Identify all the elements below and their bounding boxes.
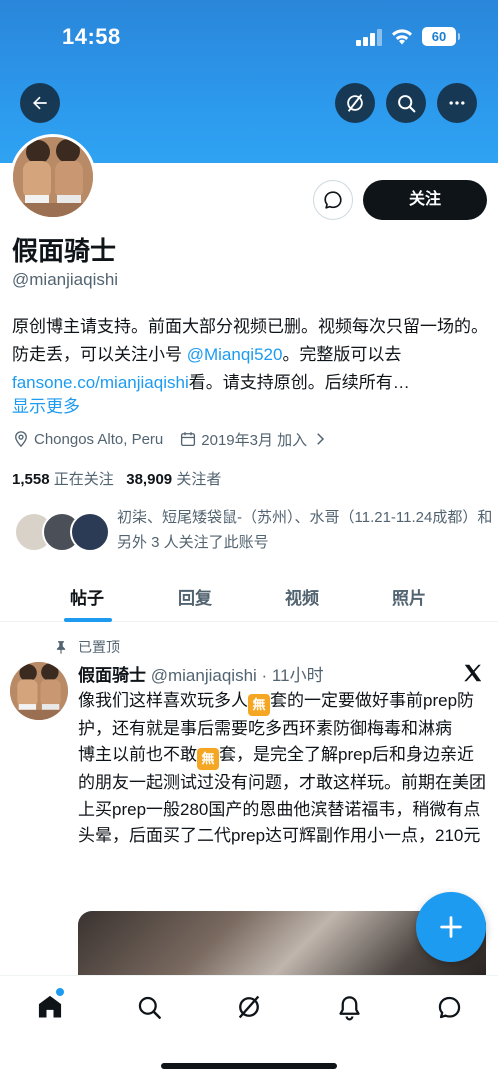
followers-count: 38,909	[126, 471, 173, 488]
wifi-icon	[392, 29, 412, 45]
chevron-right-icon[interactable]	[311, 430, 329, 448]
search-button[interactable]	[386, 83, 426, 123]
post-text: 像我们这样喜欢玩多人無套的一定要做好事前prep防护，还有就是事后需要吃多西环素…	[78, 688, 490, 849]
grok-icon	[347, 94, 363, 112]
message-button[interactable]	[313, 180, 353, 220]
messages-icon	[438, 996, 460, 1018]
calendar-icon	[181, 432, 196, 447]
active-tab-indicator	[64, 618, 112, 622]
post-author-name[interactable]: 假面骑士	[78, 666, 146, 685]
tab-photos[interactable]: 照片	[392, 584, 426, 609]
status-time: 14:58	[62, 24, 121, 49]
grok-icon	[238, 995, 260, 1019]
home-notification-dot	[56, 988, 64, 996]
battery-indicator: 60	[422, 27, 460, 46]
compose-post-button[interactable]	[416, 892, 486, 962]
bio-text-2: 。完整版可以去	[282, 345, 402, 364]
show-more-link[interactable]: 显示更多	[12, 392, 80, 417]
bio-mention-link[interactable]: @Mianqi520	[187, 345, 283, 364]
tab-posts[interactable]: 帖子	[70, 584, 104, 609]
pinned-indicator: 已置顶	[54, 637, 120, 657]
home-indicator[interactable]	[161, 1063, 337, 1069]
post-author-avatar[interactable]	[10, 662, 68, 720]
pin-icon	[56, 641, 66, 654]
display-name: 假面骑士	[12, 236, 117, 266]
follow-button[interactable]: 关注	[363, 180, 487, 220]
nav-notifications[interactable]	[334, 992, 364, 1022]
profile-handle: @mianjiaqishi	[12, 270, 119, 289]
search-icon	[397, 94, 415, 112]
message-bubble-icon	[324, 191, 342, 209]
nav-home[interactable]	[35, 992, 65, 1022]
profile-joined-date[interactable]: 2019年3月 加入	[201, 429, 307, 450]
follower-avatar	[70, 512, 110, 552]
following-label: 正在关注	[53, 471, 114, 488]
profile-bio: 原创博主请支持。前面大部分视频已删。视频每次只留一场的。防走丢，可以关注小号 @…	[12, 313, 490, 397]
avatar-photo	[10, 662, 68, 720]
notifications-icon	[338, 995, 360, 1020]
x-logo-icon[interactable]	[462, 662, 484, 684]
nav-grok[interactable]	[234, 992, 264, 1022]
home-icon	[38, 995, 62, 1018]
tab-replies[interactable]: 回复	[178, 584, 212, 609]
status-bar: 14:58 60	[0, 0, 498, 72]
more-horizontal-icon	[449, 101, 465, 105]
post-header: 假面骑士 @mianjiaqishi · 11小时	[78, 661, 324, 686]
followers-link[interactable]: 38,909 关注者	[126, 471, 221, 488]
bio-text-3: 看。请支持原创。后续所有…	[188, 373, 410, 392]
no-emoji-icon: 無	[197, 748, 219, 771]
followed-by-text: 初柒、短尾矮袋鼠-（苏州）、水哥（11.21-11.24成都）和另外 3 人关注…	[117, 509, 493, 551]
grok-button[interactable]	[335, 83, 375, 123]
profile-meta: Chongos Alto, Peru 2019年3月 加入	[12, 428, 329, 450]
profile-location: Chongos Alto, Peru	[34, 430, 164, 448]
search-icon	[138, 996, 161, 1019]
plus-icon	[440, 916, 462, 938]
location-pin-icon	[15, 431, 27, 448]
following-count: 1,558	[12, 471, 50, 488]
avatar-photo	[13, 137, 93, 217]
arrow-left-icon	[33, 96, 47, 110]
bio-url-link[interactable]: fansone.co/mianjiaqishi	[12, 373, 189, 392]
pinned-label: 已置顶	[78, 639, 120, 655]
post-text-part: 博主以前也不敢	[78, 745, 197, 765]
follow-counts: 1,558 正在关注 38,909 关注者	[12, 468, 221, 489]
following-link[interactable]: 1,558 正在关注	[12, 471, 114, 488]
no-emoji-icon: 無	[248, 694, 270, 716]
post-text-part: 像我们这样喜欢玩多人	[78, 691, 248, 710]
followers-you-know[interactable]: 初柒、短尾矮袋鼠-（苏州）、水哥（11.21-11.24成都）和另外 3 人关注…	[12, 505, 492, 561]
post-handle-time: @mianjiaqishi · 11小时	[150, 666, 324, 685]
nav-messages[interactable]	[434, 992, 464, 1022]
back-button[interactable]	[20, 83, 60, 123]
profile-avatar[interactable]	[10, 134, 96, 220]
profile-tabs: 帖子 回复 视频 照片	[0, 573, 498, 622]
tab-videos[interactable]: 视频	[285, 584, 319, 609]
nav-search[interactable]	[134, 992, 164, 1022]
cellular-signal-icon	[356, 28, 382, 46]
followers-label: 关注者	[176, 471, 222, 488]
more-button[interactable]	[437, 83, 477, 123]
